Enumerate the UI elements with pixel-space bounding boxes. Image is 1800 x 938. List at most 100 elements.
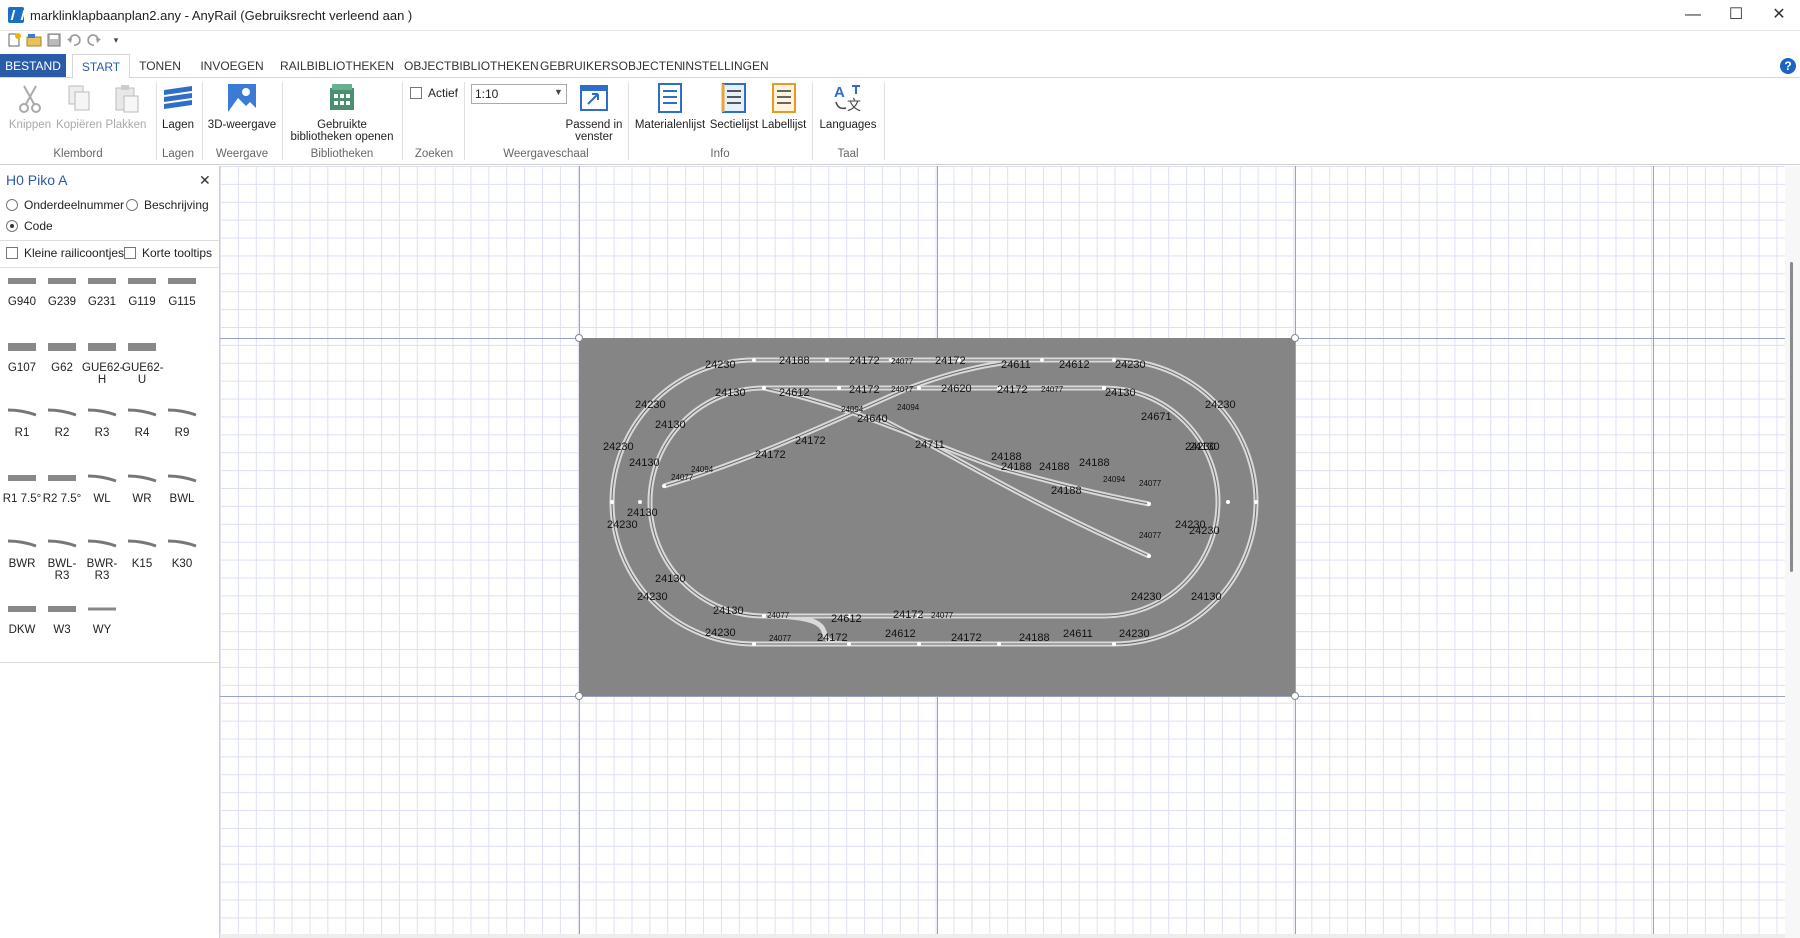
tab-invoegen[interactable]: INVOEGEN	[198, 54, 266, 77]
tab-instellingen[interactable]: INSTELLINGEN	[682, 54, 769, 77]
sectielijst-button[interactable]: Sectielijst	[708, 82, 760, 131]
rail-item[interactable]: WL	[82, 467, 122, 519]
radio-circle-selected[interactable]	[6, 220, 18, 232]
open-icon[interactable]	[26, 32, 42, 48]
undo-icon[interactable]	[66, 32, 82, 48]
track-label: 24620	[941, 383, 972, 395]
resize-handle[interactable]	[575, 692, 583, 700]
track-label: 24077	[931, 611, 954, 620]
new-icon[interactable]	[6, 32, 22, 48]
resize-handle[interactable]	[1291, 692, 1299, 700]
track-label: 24077	[891, 357, 914, 366]
app-logo-icon	[8, 7, 24, 23]
tab-gebruikersobjecten[interactable]: GEBRUIKERSOBJECTEN	[540, 54, 683, 77]
grid-major-line	[1653, 166, 1654, 938]
rail-item[interactable]: R2	[42, 401, 82, 453]
rail-item[interactable]: R4	[122, 401, 162, 453]
rail-item[interactable]: G239	[42, 270, 82, 322]
tab-tonen[interactable]: TONEN	[137, 54, 183, 77]
close-button[interactable]: ✕	[1756, 0, 1800, 30]
materialenlijst-button[interactable]: Materialenlijst	[632, 82, 708, 131]
resize-handle[interactable]	[575, 334, 583, 342]
languages-button[interactable]: A文 Languages	[816, 82, 880, 131]
radio-code[interactable]: Code	[6, 219, 53, 233]
rail-item[interactable]: R1 7.5°	[2, 467, 42, 519]
radio-circle[interactable]	[6, 199, 18, 211]
rail-item[interactable]: G231	[82, 270, 122, 322]
lagen-button[interactable]: Lagen	[158, 82, 198, 131]
rail-item[interactable]: R9	[162, 401, 202, 453]
panel-close-icon[interactable]: ✕	[199, 172, 211, 189]
scrollbar-thumb[interactable]	[1790, 262, 1793, 572]
kopieren-button[interactable]: Kopiëren	[54, 82, 104, 131]
track-label: 24172	[849, 384, 880, 396]
baseboard[interactable]: 24230 24188 24172 24077 24172 24611 24612 24230…	[579, 338, 1295, 696]
rail-icon	[47, 342, 77, 351]
resize-handle[interactable]	[1291, 334, 1299, 342]
rail-item[interactable]: R2 7.5°	[42, 467, 82, 519]
redo-icon[interactable]	[86, 32, 102, 48]
maximize-button[interactable]: ☐	[1713, 0, 1759, 30]
ribbon: Knippen Kopiëren Plakken Klembord Lagen …	[0, 78, 1800, 165]
track-label: 24077	[769, 634, 792, 643]
actief-checkbox[interactable]: Actief	[410, 86, 458, 100]
3d-weergave-button[interactable]: 3D-weergave	[206, 82, 278, 131]
check-korte-tooltips[interactable]: Korte tooltips	[124, 246, 212, 260]
check-box[interactable]	[6, 247, 18, 259]
actief-check-box[interactable]	[410, 87, 422, 99]
tab-bestand[interactable]: BESTAND	[0, 54, 66, 77]
check-kleine-railicoontjes[interactable]: Kleine railicoontjes	[6, 246, 124, 260]
knippen-button[interactable]: Knippen	[8, 82, 52, 131]
rail-item[interactable]: WY	[82, 598, 122, 650]
panel-divider	[0, 662, 219, 663]
ribbon-divider	[464, 82, 465, 160]
rail-item[interactable]: BWL	[162, 467, 202, 519]
track-label: 24172	[893, 609, 924, 621]
scale-select[interactable]: 1:10 ▼	[471, 84, 567, 104]
track-label: 24188	[1039, 461, 1070, 473]
help-icon[interactable]: ?	[1780, 58, 1796, 74]
rail-item[interactable]: K30	[162, 532, 202, 584]
labellijst-label: Labellijst	[761, 119, 807, 131]
customize-icon[interactable]: ▾	[108, 32, 124, 48]
save-icon[interactable]	[46, 32, 62, 48]
rail-item[interactable]: BWR	[2, 532, 42, 584]
tab-start[interactable]: START	[72, 54, 130, 79]
rail-item[interactable]: G940	[2, 270, 42, 322]
rail-label: R3	[94, 427, 110, 439]
rail-icon	[87, 276, 117, 284]
rail-icon	[47, 473, 77, 481]
rail-item[interactable]: G62	[42, 336, 82, 388]
passend-in-venster-button[interactable]: Passend in venster	[564, 82, 624, 143]
rail-item[interactable]: R1	[2, 401, 42, 453]
rail-item[interactable]: W3	[42, 598, 82, 650]
minimize-button[interactable]: —	[1670, 0, 1716, 30]
rail-item[interactable]: BWL-R3	[42, 532, 82, 584]
rail-item[interactable]: K15	[122, 532, 162, 584]
rail-item[interactable]: GUE62-H	[82, 336, 124, 388]
plakken-button[interactable]: Plakken	[104, 82, 148, 131]
bibliotheken-openen-button[interactable]: Gebruikte bibliotheken openen	[286, 82, 398, 143]
labellijst-button[interactable]: Labellijst	[760, 82, 808, 131]
check-box[interactable]	[124, 247, 136, 259]
rail-label: G119	[128, 296, 156, 308]
rail-item[interactable]: G115	[162, 270, 202, 322]
rail-item[interactable]: DKW	[2, 598, 42, 650]
horizontal-scrollbar[interactable]	[220, 934, 1785, 938]
track-label: 24077	[767, 611, 790, 620]
klembord-group-label: Klembord	[53, 148, 103, 160]
rail-item[interactable]: BWR-R3	[82, 532, 122, 584]
rail-item[interactable]: WR	[122, 467, 162, 519]
layout-canvas[interactable]: 24230 24188 24172 24077 24172 24611 24612 24230…	[220, 166, 1785, 938]
rail-item[interactable]: R3	[82, 401, 122, 453]
radio-onderdeelnummer[interactable]: Onderdeelnummer	[6, 198, 124, 212]
rail-item[interactable]: G107	[2, 336, 42, 388]
radio-circle[interactable]	[126, 199, 138, 211]
tab-railbibliotheken[interactable]: RAILBIBLIOTHEKEN	[280, 54, 394, 77]
track-label: 24230	[705, 627, 736, 639]
tab-objectbibliotheken[interactable]: OBJECTBIBLIOTHEKEN	[404, 54, 539, 77]
rail-item[interactable]: G119	[122, 270, 162, 322]
track-layout[interactable]: 24230 24188 24172 24077 24172 24611 24612 24230…	[579, 338, 1295, 696]
radio-beschrijving[interactable]: Beschrijving	[126, 198, 209, 212]
rail-item[interactable]: GUE62-U	[122, 336, 164, 388]
